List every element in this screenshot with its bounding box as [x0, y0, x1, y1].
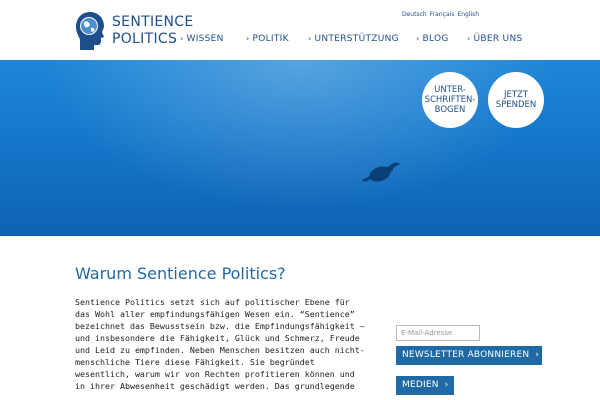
newsletter-subscribe-button[interactable]: NEWSLETTER ABONNIEREN › — [396, 346, 542, 365]
nav-item-ueber-uns[interactable]: › ÜBER UNS — [467, 34, 523, 44]
intro-text: Sentience Politics setzt sich auf politi… — [75, 296, 369, 392]
intro-line: und insbesondere die Fähigkeit, Glück un… — [75, 333, 360, 343]
chevron-right-icon: › — [444, 380, 449, 390]
section-title: Warum Sentience Politics? — [75, 264, 286, 283]
site-header: SENTIENCE POLITICS Deutsch Français Englis… — [0, 0, 600, 60]
lang-english[interactable]: English — [457, 11, 479, 18]
nav-label: UNTERSTÜTZUNG — [314, 34, 399, 44]
nav-label: BLOG — [422, 34, 449, 44]
intro-line: das Wohl aller empfindungsfähigen Wesen … — [75, 309, 355, 319]
language-switcher: Deutsch Français English — [402, 11, 482, 18]
lang-francais[interactable]: Français — [430, 11, 455, 18]
chevron-right-icon: › — [467, 34, 471, 43]
intro-line: menschliche Tiere diese Fähigkeit. Sie b… — [75, 357, 315, 367]
head-globe-icon — [76, 12, 104, 50]
sea-turtle-image — [362, 162, 400, 182]
nav-item-blog[interactable]: › BLOG — [416, 34, 449, 44]
chevron-right-icon: › — [246, 34, 250, 43]
intro-line: in ihrer Abwesenheit geschädigt werden. … — [75, 381, 355, 391]
donate-button[interactable]: JETZT SPENDEN — [488, 72, 544, 128]
nav-item-politik[interactable]: › POLITIK — [246, 34, 289, 44]
intro-line: und Leid zu empfinden. Neben Menschen be… — [75, 345, 365, 355]
chevron-right-icon: › — [535, 350, 540, 360]
site-logo[interactable]: SENTIENCE POLITICS — [74, 10, 194, 54]
intro-line: wesentlich, warum wir von Rechten profit… — [75, 369, 355, 379]
nav-label: POLITIK — [252, 34, 289, 44]
donate-line-2: SPENDEN — [495, 100, 537, 110]
nav-label: ÜBER UNS — [473, 34, 523, 44]
chevron-right-icon: › — [416, 34, 420, 43]
donate-line-1: JETZT — [503, 90, 529, 100]
petition-button[interactable]: UNTER- SCHRIFTEN- BOGEN — [422, 72, 478, 128]
email-input[interactable]: E-Mail-Adresse — [396, 325, 480, 341]
lang-deutsch[interactable]: Deutsch — [402, 11, 427, 18]
nav-item-unterstuetzung[interactable]: › UNTERSTÜTZUNG — [308, 34, 399, 44]
media-button[interactable]: MEDIEN › — [396, 376, 455, 395]
petition-line-2: SCHRIFTEN- — [424, 95, 476, 105]
petition-line-1: UNTER- — [434, 85, 466, 95]
intro-line: bezeichnet das Bewusstsein bzw. die Empf… — [75, 321, 365, 331]
brand-line-1: SENTIENCE — [112, 14, 194, 30]
nav-item-wissen[interactable]: › WISSEN — [180, 34, 224, 44]
chevron-right-icon: › — [180, 34, 184, 43]
intro-line: Sentience Politics setzt sich auf politi… — [75, 297, 350, 307]
media-label: MEDIEN — [402, 380, 439, 390]
newsletter-label: NEWSLETTER ABONNIEREN — [402, 350, 530, 360]
chevron-right-icon: › — [308, 34, 312, 43]
petition-line-3: BOGEN — [434, 105, 466, 115]
hero-banner: UNTER- SCHRIFTEN- BOGEN JETZT SPENDEN — [0, 60, 600, 236]
nav-label: WISSEN — [186, 34, 224, 44]
